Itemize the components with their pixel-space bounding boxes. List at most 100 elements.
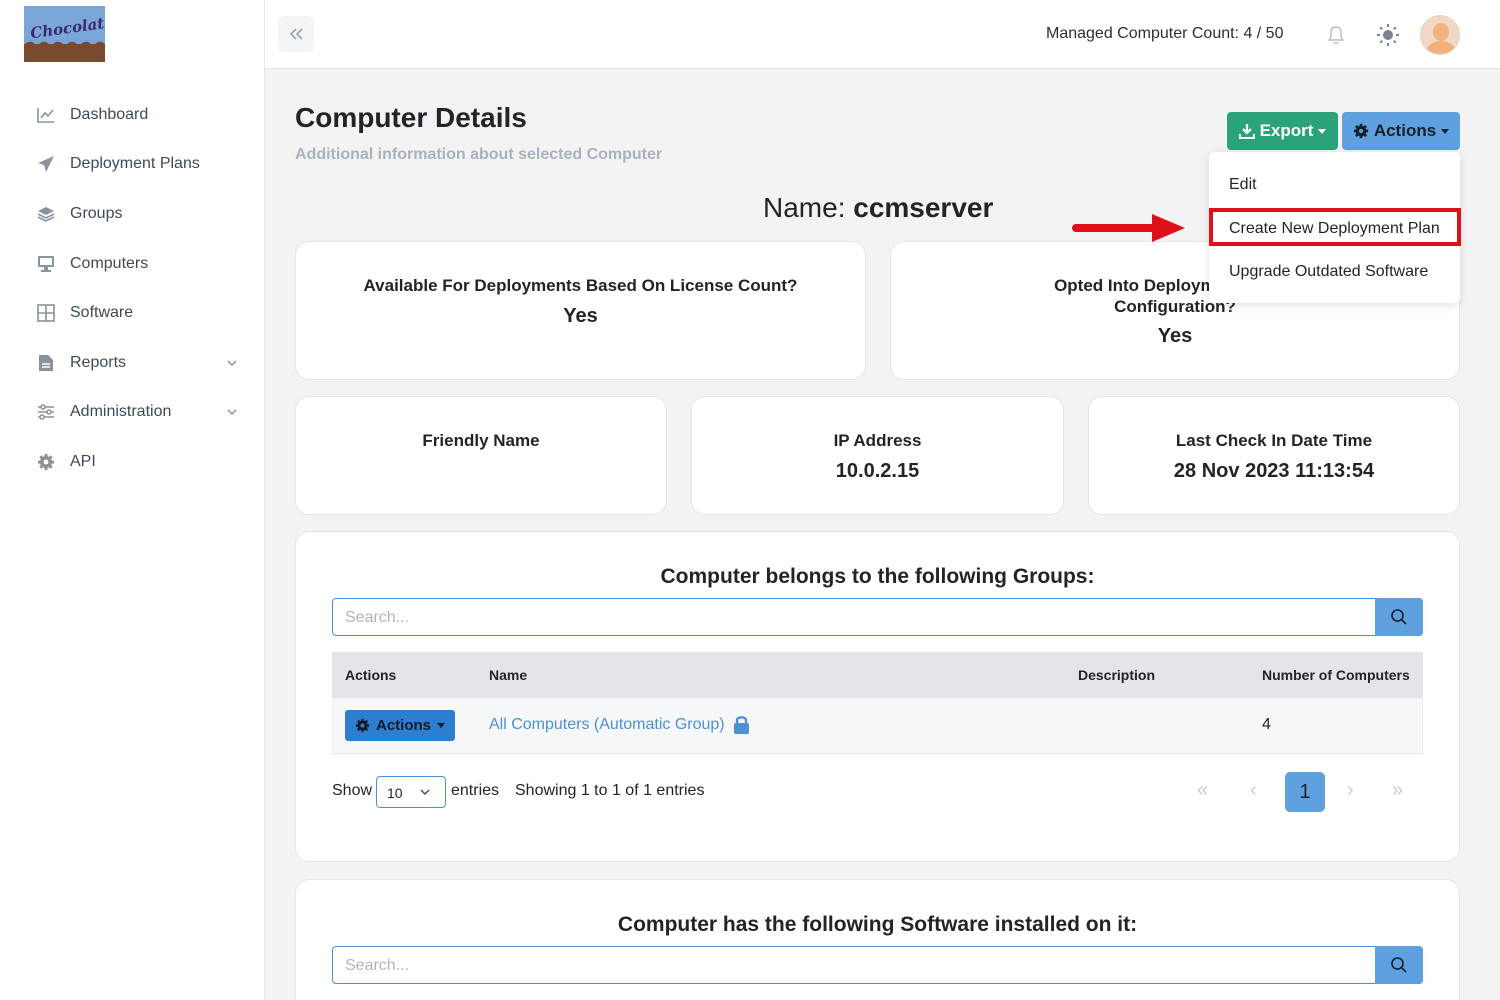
chart-line-icon bbox=[37, 106, 55, 124]
export-button[interactable]: Export bbox=[1227, 112, 1338, 150]
name-label: Name: bbox=[763, 192, 846, 223]
sidebar-item-administration[interactable]: Administration bbox=[0, 388, 265, 438]
sidebar-nav: Dashboard Deployment Plans Groups Comput… bbox=[0, 90, 265, 487]
chocolatey-logo[interactable]: Chocolatey bbox=[24, 6, 105, 62]
sun-icon[interactable] bbox=[1375, 22, 1401, 48]
caret-down-icon bbox=[1441, 128, 1450, 134]
friendly-name-card: Friendly Name bbox=[295, 396, 667, 515]
red-arrow-annotation bbox=[1072, 214, 1185, 242]
opted-value: Yes bbox=[1157, 325, 1193, 347]
gear-icon bbox=[37, 453, 55, 471]
sidebar-item-dashboard[interactable]: Dashboard bbox=[0, 90, 265, 140]
page-size-select[interactable]: 10 bbox=[376, 776, 446, 808]
software-section-title: Computer has the following Software inst… bbox=[617, 913, 1138, 936]
sidebar-item-label: API bbox=[70, 452, 96, 470]
file-icon bbox=[37, 354, 55, 372]
pager-page-1-button[interactable]: 1 bbox=[1285, 772, 1325, 812]
actions-dropdown-menu: Edit Create New Deployment Plan Upgrade … bbox=[1209, 152, 1461, 303]
ip-address-value: 10.0.2.15 bbox=[835, 460, 920, 482]
page-subtitle: Additional information about selected Co… bbox=[295, 146, 663, 163]
last-checkin-card: Last Check In Date Time 28 Nov 2023 11:1… bbox=[1088, 396, 1460, 515]
layers-icon bbox=[37, 205, 55, 223]
sidebar: Chocolatey Dashboard Deployment Plans Gr… bbox=[0, 0, 265, 1000]
table-info: Showing 1 to 1 of 1 entries bbox=[515, 782, 705, 799]
caret-down-icon bbox=[1318, 128, 1327, 134]
lock-icon bbox=[734, 716, 749, 734]
actions-button[interactable]: Actions bbox=[1342, 112, 1460, 150]
gear-icon bbox=[355, 718, 370, 733]
page-title: Computer Details bbox=[295, 102, 527, 133]
sidebar-item-label: Administration bbox=[70, 403, 172, 421]
bell-icon[interactable] bbox=[1325, 24, 1347, 46]
license-card: Available For Deployments Based On Licen… bbox=[295, 241, 866, 380]
sidebar-item-deployment-plans[interactable]: Deployment Plans bbox=[0, 140, 265, 190]
pager-last-button[interactable]: » bbox=[1392, 779, 1403, 802]
group-name-link[interactable]: All Computers (Automatic Group) bbox=[489, 716, 725, 734]
column-header-name[interactable]: Name bbox=[489, 667, 527, 683]
download-icon bbox=[1238, 124, 1255, 139]
page-size-value: 10 bbox=[387, 785, 403, 801]
software-search-button[interactable] bbox=[1375, 946, 1423, 984]
managed-computer-count: Managed Computer Count: 4 / 50 bbox=[1046, 25, 1284, 42]
column-header-number-of-computers[interactable]: Number of Computers bbox=[1262, 667, 1410, 683]
sidebar-item-label: Dashboard bbox=[70, 105, 149, 123]
software-search-placeholder: Search... bbox=[345, 957, 410, 974]
friendly-name-label: Friendly Name bbox=[422, 431, 540, 450]
sliders-icon bbox=[37, 403, 55, 421]
pager-prev-button[interactable]: ‹ bbox=[1250, 779, 1257, 802]
gear-icon bbox=[1353, 123, 1368, 139]
sidebar-item-label: Groups bbox=[70, 204, 123, 222]
groups-search-button[interactable] bbox=[1375, 598, 1423, 636]
ip-address-label: IP Address bbox=[833, 431, 922, 450]
show-label: Show bbox=[332, 782, 373, 799]
caret-down-icon bbox=[437, 723, 445, 728]
row-actions-button[interactable]: Actions bbox=[345, 710, 455, 741]
grid-icon bbox=[37, 304, 55, 322]
search-icon bbox=[1391, 609, 1407, 625]
pager-next-button[interactable]: › bbox=[1347, 779, 1354, 802]
license-label: Available For Deployments Based On Licen… bbox=[363, 276, 798, 295]
groups-search-input[interactable]: Search... bbox=[332, 598, 1423, 636]
last-checkin-label: Last Check In Date Time bbox=[1175, 431, 1373, 450]
desktop-icon bbox=[37, 255, 55, 273]
sidebar-item-label: Reports bbox=[70, 353, 127, 371]
name-value: ccmserver bbox=[853, 192, 994, 223]
group-computer-count: 4 bbox=[1262, 716, 1271, 733]
column-header-description[interactable]: Description bbox=[1078, 667, 1155, 683]
software-search-input[interactable]: Search... bbox=[332, 946, 1423, 984]
row-actions-label: Actions bbox=[375, 717, 431, 734]
chevron-down-icon bbox=[227, 409, 237, 416]
sidebar-item-reports[interactable]: Reports bbox=[0, 338, 265, 388]
sidebar-item-computers[interactable]: Computers bbox=[0, 239, 265, 289]
chevron-down-icon bbox=[227, 360, 237, 366]
menu-item-create-deployment-plan[interactable]: Create New Deployment Plan bbox=[1229, 220, 1440, 238]
groups-search-placeholder: Search... bbox=[345, 609, 410, 626]
sidebar-item-api[interactable]: API bbox=[0, 437, 265, 487]
menu-item-edit[interactable]: Edit bbox=[1229, 176, 1257, 194]
menu-item-upgrade-outdated-software[interactable]: Upgrade Outdated Software bbox=[1229, 263, 1428, 281]
avatar-head bbox=[1433, 23, 1449, 41]
avatar-body bbox=[1426, 41, 1456, 54]
paper-plane-icon bbox=[37, 155, 55, 173]
search-icon bbox=[1391, 957, 1407, 973]
license-value: Yes bbox=[563, 305, 598, 327]
sidebar-item-label: Deployment Plans bbox=[70, 155, 200, 173]
ip-address-card: IP Address 10.0.2.15 bbox=[691, 396, 1064, 515]
double-chevron-left-icon bbox=[289, 28, 303, 40]
last-checkin-value: 28 Nov 2023 11:13:54 bbox=[1173, 460, 1375, 482]
pager-first-button[interactable]: « bbox=[1197, 779, 1208, 802]
sidebar-item-label: Computers bbox=[70, 254, 149, 272]
column-header-actions[interactable]: Actions bbox=[345, 667, 396, 683]
entries-label: entries bbox=[451, 782, 500, 799]
sidebar-item-label: Software bbox=[70, 304, 134, 322]
sidebar-item-groups[interactable]: Groups bbox=[0, 189, 265, 239]
groups-section-title: Computer belongs to the following Groups… bbox=[660, 565, 1095, 588]
export-label: Export bbox=[1259, 121, 1314, 140]
top-bar: Managed Computer Count: 4 / 50 bbox=[265, 0, 1500, 69]
user-avatar[interactable] bbox=[1420, 15, 1460, 55]
logo-drip bbox=[24, 38, 105, 62]
sidebar-item-software[interactable]: Software bbox=[0, 288, 265, 338]
collapse-sidebar-button[interactable] bbox=[278, 16, 314, 52]
actions-label: Actions bbox=[1373, 121, 1437, 140]
chevron-down-icon bbox=[420, 789, 430, 795]
